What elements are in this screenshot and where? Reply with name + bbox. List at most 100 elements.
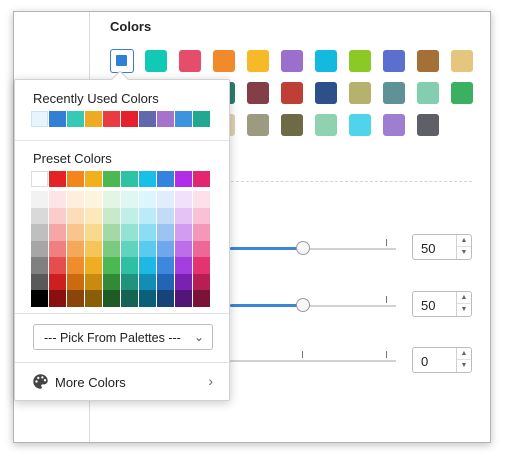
- preset-color-swatch[interactable]: [121, 171, 138, 187]
- preset-shade-swatch[interactable]: [67, 224, 84, 241]
- preset-shade-swatch[interactable]: [193, 257, 210, 274]
- recent-color-swatch[interactable]: [67, 111, 84, 127]
- preset-shade-swatch[interactable]: [157, 191, 174, 208]
- preset-shade-swatch[interactable]: [157, 207, 174, 224]
- stepper-up-icon[interactable]: ▲: [457, 292, 471, 304]
- preset-shade-swatch[interactable]: [193, 290, 210, 307]
- preset-shade-swatch[interactable]: [157, 240, 174, 257]
- preset-shade-swatch[interactable]: [49, 207, 66, 224]
- preset-shade-swatch[interactable]: [31, 257, 48, 274]
- slider-2-value[interactable]: 50: [421, 298, 435, 313]
- preset-shade-swatch[interactable]: [85, 257, 102, 274]
- preset-shade-swatch[interactable]: [175, 257, 192, 274]
- stepper-down-icon[interactable]: ▼: [457, 304, 471, 316]
- preset-shade-swatch[interactable]: [103, 224, 120, 241]
- preset-shade-swatch[interactable]: [139, 257, 156, 274]
- color-swatch[interactable]: [417, 82, 439, 104]
- preset-shade-swatch[interactable]: [49, 273, 66, 290]
- color-swatch[interactable]: [349, 82, 371, 104]
- preset-shade-swatch[interactable]: [67, 240, 84, 257]
- preset-shade-swatch[interactable]: [139, 240, 156, 257]
- slider-1-value[interactable]: 50: [421, 241, 435, 256]
- slider-1-knob[interactable]: [296, 241, 310, 255]
- preset-shade-swatch[interactable]: [31, 240, 48, 257]
- preset-color-swatch[interactable]: [67, 171, 84, 187]
- color-swatch[interactable]: [451, 82, 473, 104]
- recent-color-swatch[interactable]: [139, 111, 156, 127]
- preset-shade-swatch[interactable]: [31, 290, 48, 307]
- color-swatch[interactable]: [417, 114, 439, 136]
- preset-color-swatch[interactable]: [85, 171, 102, 187]
- preset-shade-swatch[interactable]: [85, 224, 102, 241]
- color-swatch[interactable]: [281, 82, 303, 104]
- preset-shade-swatch[interactable]: [67, 273, 84, 290]
- preset-color-swatch[interactable]: [31, 171, 48, 187]
- color-swatch[interactable]: [451, 50, 473, 72]
- recent-color-swatch[interactable]: [193, 111, 210, 127]
- recent-color-swatch[interactable]: [49, 111, 66, 127]
- color-swatch[interactable]: [247, 114, 269, 136]
- preset-shade-swatch[interactable]: [85, 207, 102, 224]
- color-swatch[interactable]: [247, 50, 269, 72]
- preset-shade-swatch[interactable]: [175, 207, 192, 224]
- preset-shade-swatch[interactable]: [31, 191, 48, 208]
- stepper-up-icon[interactable]: ▲: [457, 348, 471, 360]
- preset-shade-swatch[interactable]: [31, 207, 48, 224]
- preset-shade-swatch[interactable]: [67, 191, 84, 208]
- recent-color-swatch[interactable]: [157, 111, 174, 127]
- slider-3-stepper[interactable]: 0 ▲ ▼: [412, 347, 472, 373]
- preset-shade-swatch[interactable]: [67, 257, 84, 274]
- preset-shade-swatch[interactable]: [139, 191, 156, 208]
- color-swatch[interactable]: [383, 82, 405, 104]
- preset-shade-swatch[interactable]: [67, 207, 84, 224]
- preset-shade-swatch[interactable]: [121, 290, 138, 307]
- preset-shade-swatch[interactable]: [103, 191, 120, 208]
- preset-shade-swatch[interactable]: [85, 273, 102, 290]
- color-swatch[interactable]: [383, 50, 405, 72]
- preset-shade-swatch[interactable]: [31, 273, 48, 290]
- preset-shade-swatch[interactable]: [175, 273, 192, 290]
- preset-shade-swatch[interactable]: [139, 224, 156, 241]
- preset-shade-swatch[interactable]: [157, 257, 174, 274]
- preset-color-swatch[interactable]: [49, 171, 66, 187]
- preset-shade-swatch[interactable]: [193, 207, 210, 224]
- preset-shade-swatch[interactable]: [67, 290, 84, 307]
- preset-shade-swatch[interactable]: [139, 207, 156, 224]
- preset-shade-swatch[interactable]: [103, 273, 120, 290]
- preset-shade-swatch[interactable]: [103, 207, 120, 224]
- recent-color-swatch[interactable]: [175, 111, 192, 127]
- preset-shade-swatch[interactable]: [139, 273, 156, 290]
- stepper-down-icon[interactable]: ▼: [457, 360, 471, 372]
- slider-2-stepper[interactable]: 50 ▲ ▼: [412, 291, 472, 317]
- more-colors-item[interactable]: More Colors ›: [15, 363, 229, 399]
- color-swatch[interactable]: [349, 50, 371, 72]
- preset-shade-swatch[interactable]: [49, 290, 66, 307]
- preset-shade-swatch[interactable]: [139, 290, 156, 307]
- preset-shade-swatch[interactable]: [31, 224, 48, 241]
- stepper-down-icon[interactable]: ▼: [457, 247, 471, 259]
- color-swatch[interactable]: [281, 114, 303, 136]
- preset-shade-swatch[interactable]: [49, 240, 66, 257]
- color-swatch[interactable]: [247, 82, 269, 104]
- color-swatch[interactable]: [315, 114, 337, 136]
- recent-color-swatch[interactable]: [103, 111, 120, 127]
- recent-color-swatch[interactable]: [31, 111, 48, 127]
- preset-shade-swatch[interactable]: [85, 290, 102, 307]
- preset-shade-swatch[interactable]: [157, 273, 174, 290]
- color-swatch[interactable]: [349, 114, 371, 136]
- recent-color-swatch[interactable]: [85, 111, 102, 127]
- preset-shade-swatch[interactable]: [175, 224, 192, 241]
- color-swatch[interactable]: [179, 50, 201, 72]
- color-swatch[interactable]: [213, 50, 235, 72]
- preset-shade-swatch[interactable]: [49, 257, 66, 274]
- preset-shade-swatch[interactable]: [121, 191, 138, 208]
- preset-color-swatch[interactable]: [175, 171, 192, 187]
- preset-shade-swatch[interactable]: [121, 224, 138, 241]
- color-swatch[interactable]: [315, 82, 337, 104]
- preset-shade-swatch[interactable]: [103, 257, 120, 274]
- slider-3-value[interactable]: 0: [421, 354, 428, 369]
- stepper-up-icon[interactable]: ▲: [457, 235, 471, 247]
- color-swatch[interactable]: [281, 50, 303, 72]
- slider-3-track[interactable]: [230, 360, 396, 362]
- color-swatch[interactable]: [145, 50, 167, 72]
